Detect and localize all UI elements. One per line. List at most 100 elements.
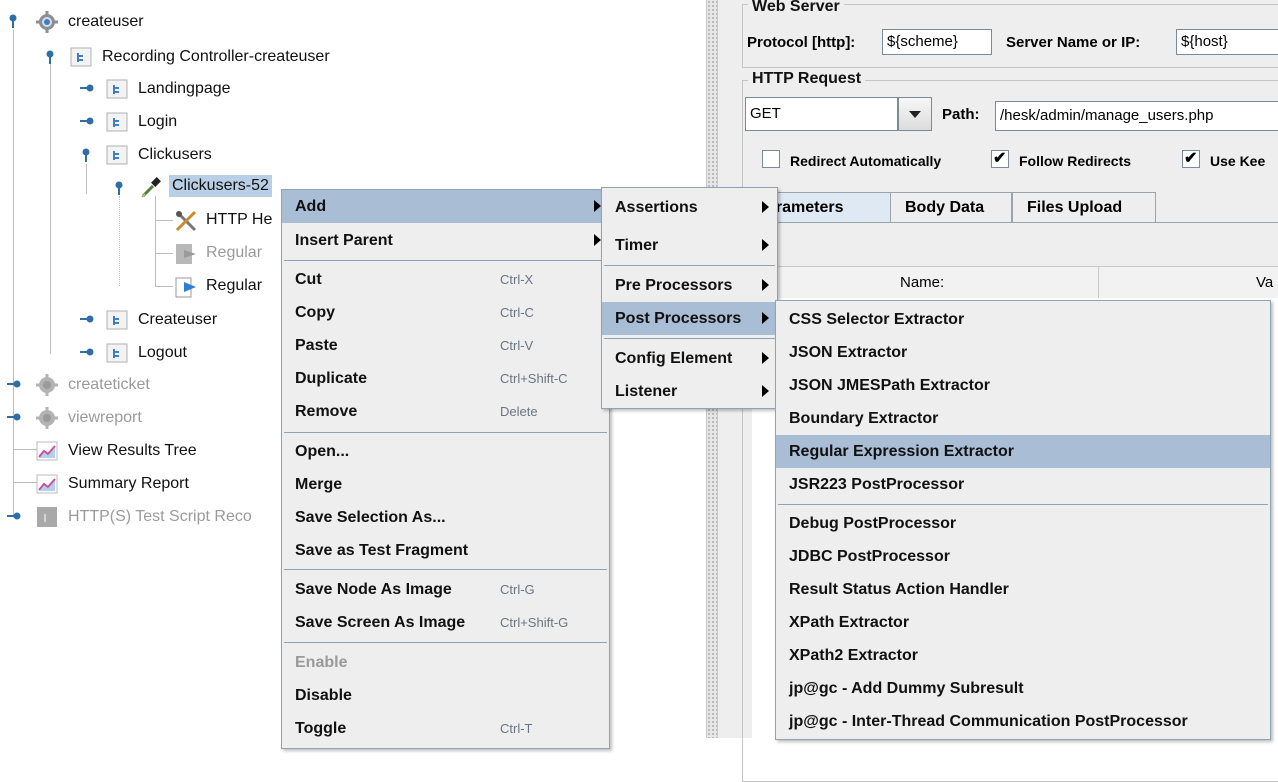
listener-chart-icon	[36, 473, 58, 495]
tree-node-regular[interactable]: Regular	[174, 271, 265, 301]
menu-item-save-as-test-fragment[interactable]: Save as Test Fragment	[282, 534, 609, 567]
tree-node-clickusers[interactable]: Clickusers	[106, 140, 215, 170]
menu-item-save-node-as-image[interactable]: Save Node As Image Ctrl-G	[282, 573, 609, 606]
collapse-handle-icon[interactable]	[80, 313, 94, 325]
tree-node-recording-controller[interactable]: Recording Controller-createuser	[70, 42, 333, 72]
tree-line	[13, 30, 14, 516]
tree-node-label: Recording Controller-createuser	[102, 48, 330, 65]
controller-icon	[106, 342, 128, 364]
menu-item-add[interactable]: Add	[282, 190, 609, 223]
expand-handle-icon[interactable]	[80, 148, 94, 162]
menu-item-css-selector-extractor[interactable]: CSS Selector Extractor	[776, 303, 1270, 336]
tab-files-upload[interactable]: Files Upload	[1012, 192, 1156, 222]
menu-item-disable[interactable]: Disable	[282, 679, 609, 712]
tree-node-createticket[interactable]: createticket	[36, 370, 153, 400]
menu-item-debug-postprocessor[interactable]: Debug PostProcessor	[776, 507, 1270, 540]
menu-item-regular-expression-extractor[interactable]: Regular Expression Extractor	[776, 435, 1270, 468]
recorder-disabled-icon	[36, 506, 58, 528]
menu-item-pre-processors[interactable]: Pre Processors	[602, 269, 777, 302]
tree-node-label: Login	[138, 113, 178, 130]
follow-redirects-checkbox[interactable]: ✔	[991, 150, 1009, 168]
menu-item-jsr223-postprocessor[interactable]: JSR223 PostProcessor	[776, 468, 1270, 501]
tree-node-http-header[interactable]: HTTP He	[174, 205, 275, 235]
tree-node-landingpage[interactable]: Landingpage	[106, 74, 234, 104]
menu-item-json-jmespath-extractor[interactable]: JSON JMESPath Extractor	[776, 369, 1270, 402]
menu-item-save-selection-as[interactable]: Save Selection As...	[282, 501, 609, 534]
tree-node-test-script-recorder[interactable]: HTTP(S) Test Script Reco	[36, 502, 255, 532]
shortcut-label: Ctrl-G	[500, 582, 535, 597]
shortcut-label: Ctrl+Shift-G	[500, 615, 569, 630]
redirect-automatically-checkbox[interactable]	[762, 150, 780, 168]
menu-item-duplicate[interactable]: Duplicate Ctrl+Shift-C	[282, 362, 609, 395]
expand-handle-icon[interactable]	[113, 181, 127, 195]
tree-node-viewreport[interactable]: viewreport	[36, 403, 145, 433]
menu-item-xpath-extractor[interactable]: XPath Extractor	[776, 606, 1270, 639]
method-select[interactable]: GET	[745, 97, 898, 131]
menu-item-label: Remove	[295, 402, 358, 420]
tree-line	[155, 196, 156, 286]
menu-item-post-processors[interactable]: Post Processors	[602, 302, 777, 335]
menu-item-toggle[interactable]: Toggle Ctrl-T	[282, 712, 609, 745]
menu-item-remove[interactable]: Remove Delete	[282, 395, 609, 428]
submenu-arrow-icon	[594, 234, 601, 246]
menu-item-boundary-extractor[interactable]: Boundary Extractor	[776, 402, 1270, 435]
tree-node-view-results-tree[interactable]: View Results Tree	[36, 436, 200, 466]
tree-node-summary-report[interactable]: Summary Report	[36, 469, 192, 499]
menu-item-open[interactable]: Open...	[282, 435, 609, 468]
menu-item-merge[interactable]: Merge	[282, 468, 609, 501]
submenu-arrow-icon	[762, 279, 769, 291]
menu-item-listener[interactable]: Listener	[602, 375, 777, 408]
menu-item-label: Add	[295, 197, 327, 215]
collapse-handle-icon[interactable]	[80, 82, 94, 94]
controller-icon	[106, 78, 128, 100]
collapse-handle-icon[interactable]	[7, 411, 21, 423]
menu-item-paste[interactable]: Paste Ctrl-V	[282, 329, 609, 362]
post-processors-submenu: CSS Selector Extractor JSON Extractor JS…	[775, 300, 1271, 740]
submenu-arrow-icon	[762, 352, 769, 364]
collapse-handle-icon[interactable]	[7, 378, 21, 390]
path-field[interactable]: /hesk/admin/manage_users.php	[995, 101, 1278, 131]
expand-handle-icon[interactable]	[44, 50, 58, 64]
menu-item-copy[interactable]: Copy Ctrl-C	[282, 296, 609, 329]
column-divider[interactable]	[1098, 266, 1099, 298]
tree-node-createuser-controller[interactable]: Createuser	[106, 305, 220, 335]
menu-item-json-extractor[interactable]: JSON Extractor	[776, 336, 1270, 369]
collapse-handle-icon[interactable]	[80, 115, 94, 127]
name-column-header[interactable]: Name:	[900, 274, 944, 291]
regex-extractor-icon	[174, 275, 196, 298]
menu-item-inter-thread-communication[interactable]: jp@gc - Inter-Thread Communication PostP…	[776, 705, 1270, 738]
menu-item-xpath2-extractor[interactable]: XPath2 Extractor	[776, 639, 1270, 672]
value-column-header[interactable]: Va	[1256, 274, 1273, 291]
tree-node-label: Logout	[138, 344, 187, 361]
collapse-handle-icon[interactable]	[7, 510, 21, 522]
use-keepalive-checkbox[interactable]: ✔	[1182, 150, 1200, 168]
menu-item-jdbc-postprocessor[interactable]: JDBC PostProcessor	[776, 540, 1270, 573]
protocol-field[interactable]: ${scheme}	[882, 29, 992, 55]
menu-item-add-dummy-subresult[interactable]: jp@gc - Add Dummy Subresult	[776, 672, 1270, 705]
menu-item-label: Copy	[295, 303, 335, 321]
menu-item-result-status-action-handler[interactable]: Result Status Action Handler	[776, 573, 1270, 606]
tree-node-label: Summary Report	[68, 475, 189, 492]
shortcut-label: Ctrl-V	[500, 338, 534, 353]
menu-item-enable[interactable]: Enable	[282, 646, 609, 679]
menu-item-assertions[interactable]: Assertions	[602, 191, 777, 224]
tree-node-logout[interactable]: Logout	[106, 338, 190, 368]
tree-node-regular-disabled[interactable]: Regular	[174, 238, 265, 268]
method-dropdown-button[interactable]	[898, 97, 932, 131]
menu-item-insert-parent[interactable]: Insert Parent	[282, 224, 609, 257]
tab-body-data[interactable]: Body Data	[890, 192, 1012, 222]
collapse-handle-icon[interactable]	[80, 346, 94, 358]
tree-node-createuser[interactable]: createuser	[36, 7, 147, 37]
tree-line	[13, 449, 37, 450]
menu-item-cut[interactable]: Cut Ctrl-X	[282, 263, 609, 296]
menu-item-label: JSON JMESPath Extractor	[789, 376, 990, 394]
server-name-field[interactable]: ${host}	[1176, 29, 1278, 55]
menu-item-label: Save Node As Image	[295, 580, 452, 598]
tree-line	[86, 164, 87, 194]
expand-handle-icon[interactable]	[7, 14, 21, 28]
menu-item-config-element[interactable]: Config Element	[602, 342, 777, 375]
menu-item-timer[interactable]: Timer	[602, 229, 777, 262]
tree-node-login[interactable]: Login	[106, 107, 180, 137]
menu-item-save-screen-as-image[interactable]: Save Screen As Image Ctrl+Shift-G	[282, 606, 609, 639]
tree-node-clickusers-52[interactable]: Clickusers-52	[140, 171, 272, 201]
